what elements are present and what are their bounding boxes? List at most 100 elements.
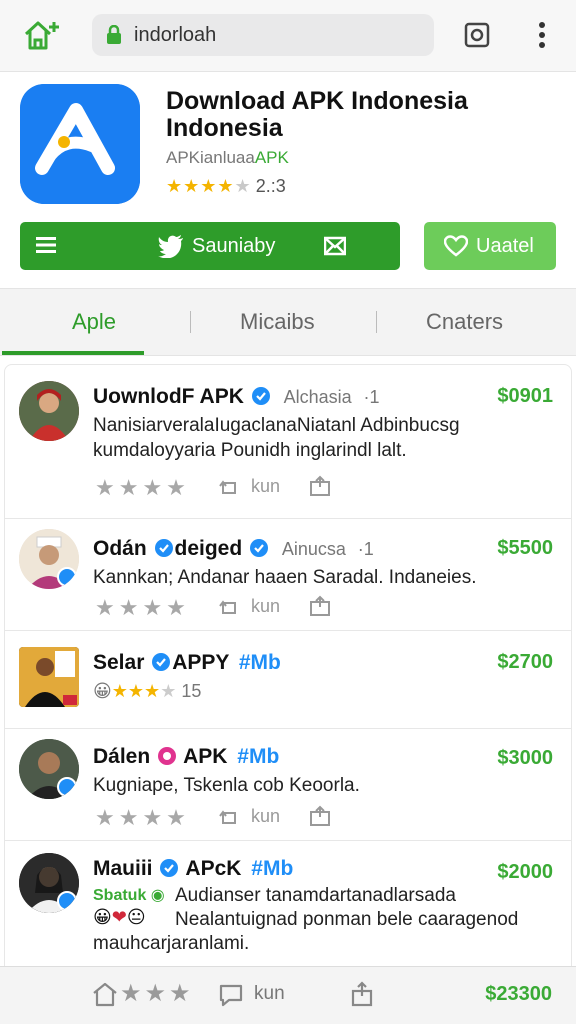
bird-icon <box>158 235 183 258</box>
avatar <box>19 381 79 441</box>
avatar <box>19 853 79 913</box>
bottom-action-bar: ★★★ kun $23300 <box>0 966 576 1024</box>
repost-icon[interactable] <box>219 477 241 497</box>
app-title: Download APK Indonesia Indonesia <box>166 87 468 142</box>
post-text: Nealantuignad ponman bele caaragenod <box>175 909 519 930</box>
verified-icon <box>251 387 270 405</box>
action-label[interactable]: kun <box>251 596 280 617</box>
star-rating-icons[interactable]: ★★★ <box>120 979 194 1008</box>
action-label[interactable]: kun <box>251 806 280 827</box>
post-text: Kannkan; Andanar haaen Saradal. Indaneie… <box>93 567 477 588</box>
verified-badge-icon <box>57 891 77 911</box>
rating-stars: ★★★★ <box>166 176 235 196</box>
post-price: $2000 <box>497 861 553 883</box>
post-tag[interactable]: #Mb <box>239 651 281 674</box>
list-item[interactable]: Selar APPY #Mb $2700 😀★★★★ 15 <box>5 631 571 729</box>
list-item[interactable]: Mauiii APcK #Mb $2000 Sbatuk ◉ 😀❤😐 Audia… <box>5 841 571 971</box>
repost-icon[interactable] <box>219 597 241 617</box>
rating-value: 2.:3 <box>255 176 286 196</box>
tabs-icon[interactable] <box>462 20 492 50</box>
flower-icon <box>158 747 177 765</box>
post-list: UownlodF APK Alchasia ·1 $0901 Nanisiarv… <box>4 364 572 1024</box>
verified-badge-icon <box>57 567 77 587</box>
share-icon[interactable] <box>309 805 331 827</box>
post-rating: 😀★★★★ 15 <box>93 681 201 702</box>
emoji-row: 😀❤😐 <box>93 907 146 928</box>
post-author: Dálen APK #Mb <box>93 745 280 768</box>
post-price: $3000 <box>497 747 553 769</box>
share-icon[interactable] <box>350 981 374 1007</box>
app-logo-icon <box>20 84 140 204</box>
favorite-button[interactable]: Uaatel <box>424 222 556 270</box>
emoji-icon: 😀 <box>93 907 112 927</box>
favorite-label: Uaatel <box>476 235 534 257</box>
post-price: $5500 <box>497 537 553 559</box>
share-icon[interactable] <box>309 475 331 497</box>
list-item[interactable]: Dálen APK #Mb $3000 Kugniape, Tskenla co… <box>5 729 571 841</box>
star-rating-icons[interactable]: ★★★★ <box>95 595 190 621</box>
post-tag[interactable]: #Mb <box>237 745 279 768</box>
post-author: Odán deiged Ainucsa ·1 <box>93 537 374 560</box>
mail-icon <box>324 236 346 256</box>
post-tag[interactable]: #Mb <box>251 857 293 880</box>
verified-icon <box>152 653 171 671</box>
bottom-price: $23300 <box>485 983 552 1005</box>
tab-divider <box>376 311 377 333</box>
verified-icon <box>250 539 269 557</box>
action-label[interactable]: kun <box>251 476 280 497</box>
rating-star-empty: ★ <box>160 681 177 701</box>
avatar <box>19 739 79 799</box>
post-text: Kugniape, Tskenla cob Keoorla. <box>93 775 360 796</box>
tab-micaibs[interactable]: Micaibs <box>240 309 315 335</box>
menu-icon <box>36 237 56 253</box>
verified-badge-icon <box>57 777 77 797</box>
post-author: Selar APPY #Mb <box>93 651 281 674</box>
post-meta: Ainucsa <box>281 539 346 559</box>
app-rating: ★★★★★ 2.:3 <box>166 176 286 197</box>
star-rating-icons[interactable]: ★★★★ <box>95 805 190 831</box>
rating-star-empty: ★ <box>234 176 251 196</box>
comment-icon[interactable] <box>218 983 244 1007</box>
tab-aple[interactable]: Aple <box>72 309 116 335</box>
rating-count: 15 <box>181 681 202 701</box>
home-plus-icon[interactable] <box>22 18 62 52</box>
list-item[interactable]: UownlodF APK Alchasia ·1 $0901 Nanisiarv… <box>5 365 571 519</box>
post-meta: Alchasia <box>283 387 352 407</box>
star-rating-icons[interactable]: ★★★★ <box>95 475 190 501</box>
address-bar[interactable]: indorloah <box>92 14 434 56</box>
post-price: $0901 <box>497 385 553 407</box>
list-item[interactable]: Odán deiged Ainucsa ·1 $5500 Kannkan; An… <box>5 519 571 631</box>
app-header: Download APK Indonesia Indonesia APKianl… <box>0 72 576 288</box>
post-meta-count: ·1 <box>363 387 380 407</box>
share-icon[interactable] <box>309 595 331 617</box>
download-label: Sauniaby <box>192 235 276 257</box>
home-icon[interactable] <box>92 981 118 1007</box>
avatar <box>19 529 79 589</box>
repost-icon[interactable] <box>219 807 241 827</box>
heart-icon <box>444 235 468 257</box>
post-text: Audianser tanamdartanadlarsada <box>175 885 456 906</box>
avatar-image <box>19 647 79 707</box>
emoji-icon: ❤ <box>111 907 127 927</box>
post-author: Mauiii APcK #Mb <box>93 857 294 880</box>
tab-bar: Aple Micaibs Cnaters <box>0 288 576 356</box>
verified-icon <box>160 859 179 877</box>
app-developer: APKianluaaAPK <box>166 148 289 167</box>
active-tab-indicator <box>2 351 144 355</box>
post-sub-label: Sbatuk ◉ <box>93 887 165 904</box>
post-author: UownlodF APK Alchasia ·1 <box>93 385 380 408</box>
post-text: NanisiarveralaIugaclanaNiatanl Adbinbucs… <box>93 415 460 461</box>
post-meta-count: ·1 <box>357 539 374 559</box>
lock-icon <box>107 25 121 44</box>
tab-cnaters[interactable]: Cnaters <box>426 309 503 335</box>
more-vertical-icon[interactable] <box>530 18 554 52</box>
avatar-image <box>19 381 79 441</box>
rating-stars: ★★★ <box>111 681 161 701</box>
action-label[interactable]: kun <box>254 983 285 1005</box>
browser-toolbar: indorloah <box>0 0 576 72</box>
emoji-icon: 😀 <box>93 681 112 701</box>
tab-divider <box>190 311 191 333</box>
url-text: indorloah <box>134 24 217 46</box>
post-text: mauhcarjaranlami. <box>93 933 250 954</box>
download-button[interactable]: Sauniaby <box>20 222 400 270</box>
